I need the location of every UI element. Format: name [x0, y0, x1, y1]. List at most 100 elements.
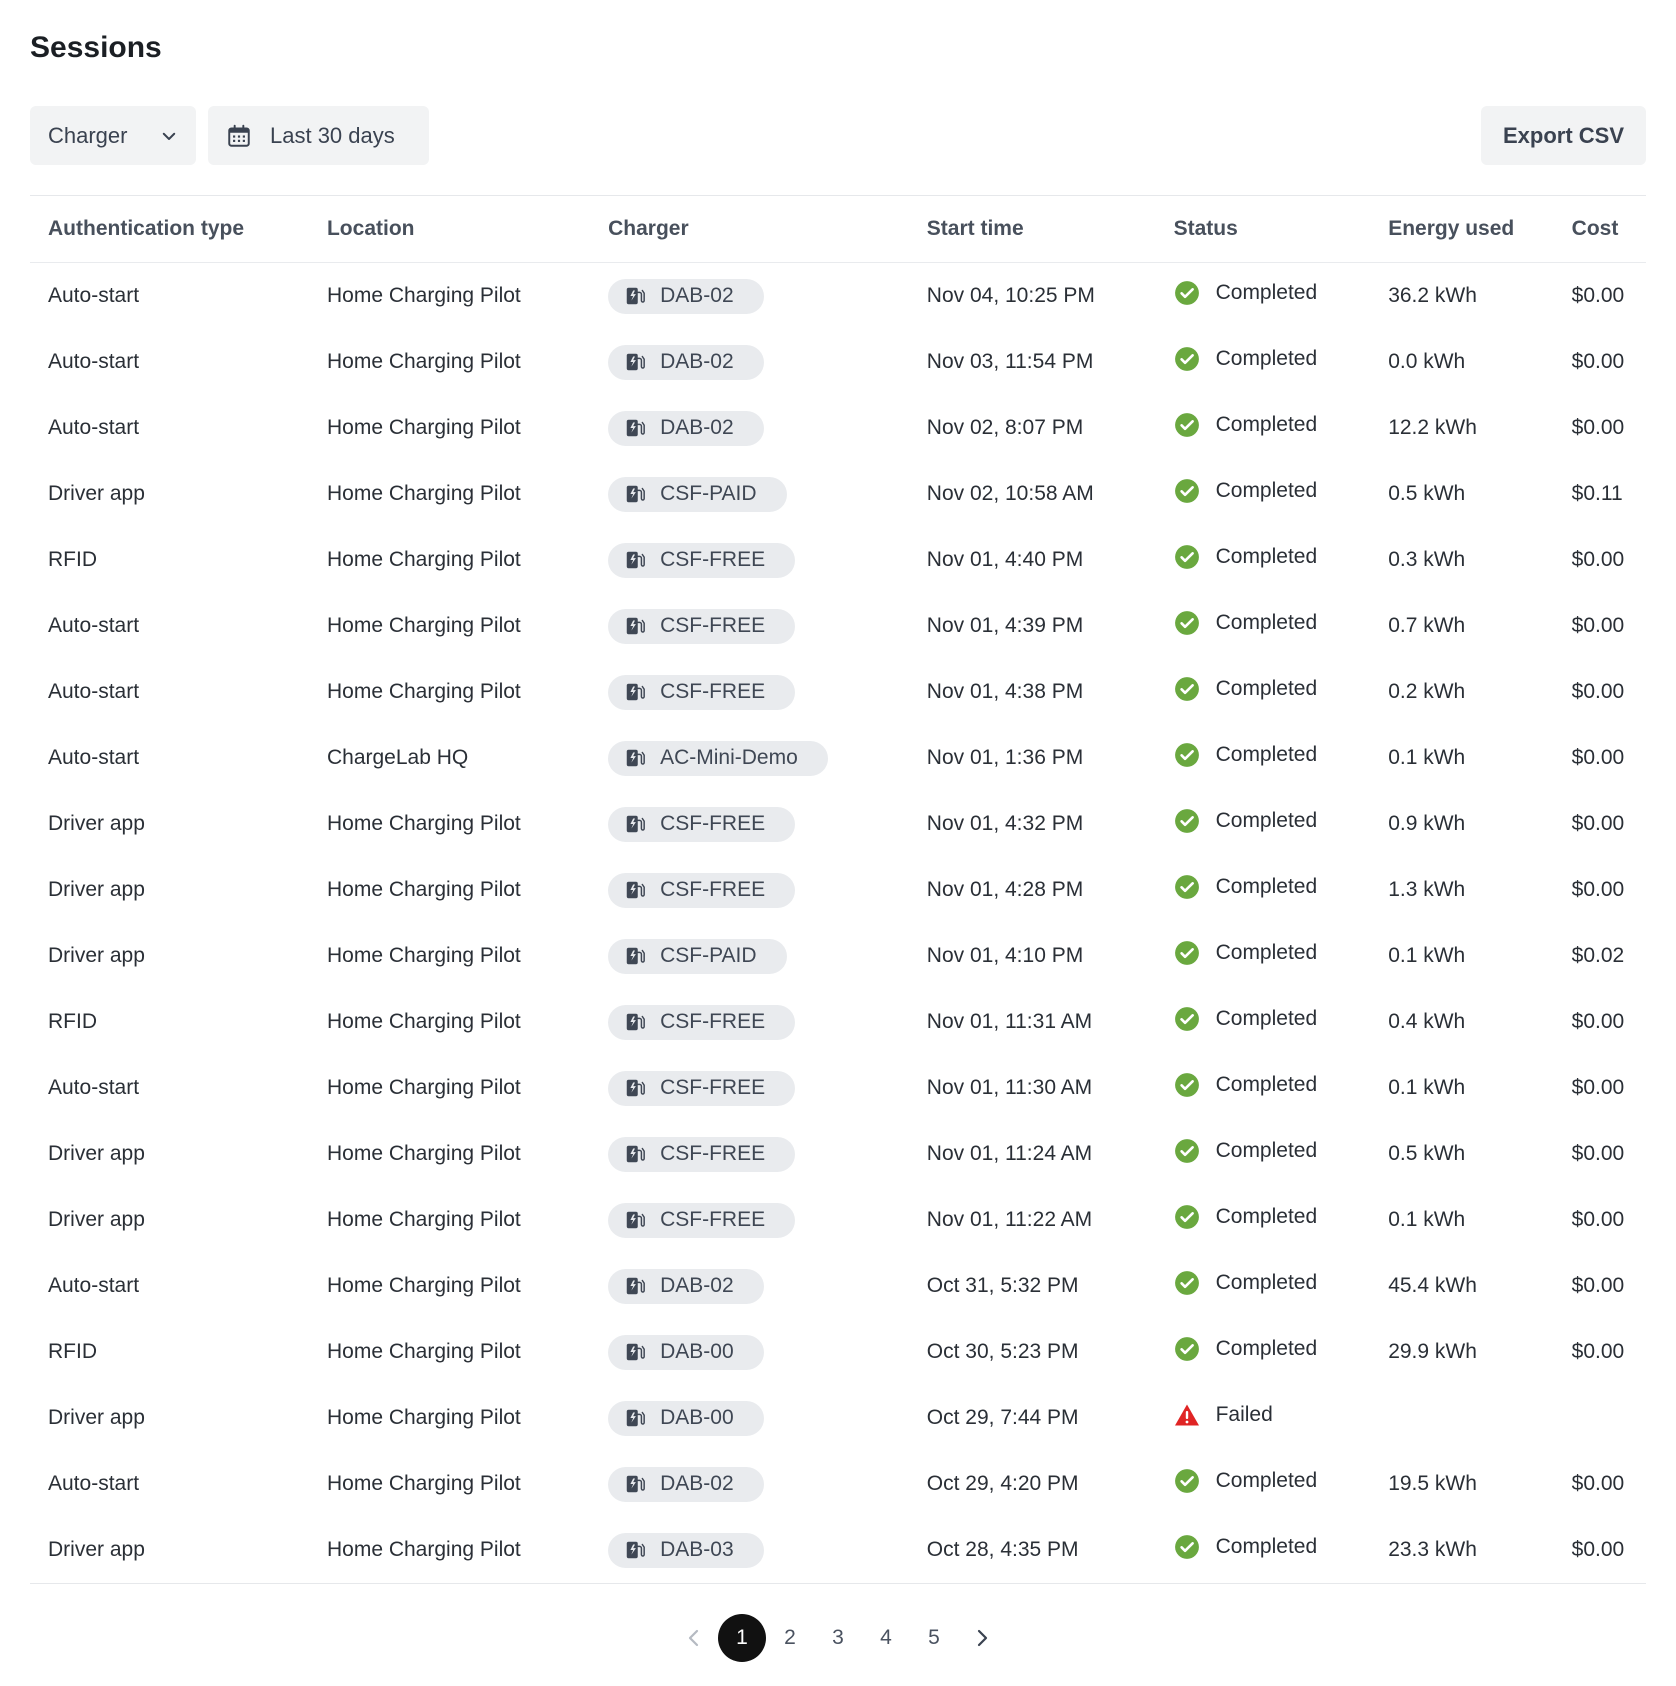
cell-location: Home Charging Pilot [326, 1406, 521, 1429]
ev-charger-icon [624, 1077, 646, 1099]
charger-pill[interactable]: AC-Mini-Demo [608, 740, 828, 776]
charger-filter-label: Charger [48, 122, 128, 148]
cell-status: Completed [1156, 263, 1371, 330]
charger-pill[interactable]: CSF-FREE [608, 806, 796, 842]
charger-pill[interactable]: DAB-02 [608, 278, 764, 314]
cell-charger: DAB-03 [590, 1517, 909, 1584]
table-row[interactable]: Driver app Home Charging Pilot CSF-PAID Nov… [30, 923, 1646, 989]
ev-charger-icon [624, 747, 646, 769]
cell-auth-type: Auto-start [48, 746, 140, 769]
charger-pill[interactable]: CSF-FREE [608, 608, 796, 644]
status-label: Completed [1215, 1535, 1318, 1558]
cell-status: Completed [1156, 725, 1371, 791]
table-row[interactable]: Driver app Home Charging Pilot CSF-FREE Nov… [30, 791, 1646, 857]
charger-pill[interactable]: DAB-00 [608, 1400, 764, 1436]
export-csv-button[interactable]: Export CSV [1481, 106, 1646, 165]
table-row[interactable]: Auto-start Home Charging Pilot DAB-02 Nov 0… [30, 395, 1646, 461]
check-circle-icon [1174, 346, 1200, 372]
charger-pill[interactable]: DAB-02 [608, 344, 764, 380]
cell-charger: CSF-FREE [590, 1055, 909, 1121]
charger-pill[interactable]: CSF-FREE [608, 872, 796, 908]
next-page-button[interactable] [958, 1614, 1006, 1662]
page-4-button[interactable]: 4 [862, 1614, 910, 1662]
cell-auth-type: RFID [48, 1010, 97, 1033]
cell-charger: CSF-FREE [590, 857, 909, 923]
page-1-button[interactable]: 1 [718, 1614, 766, 1662]
table-row[interactable]: Driver app Home Charging Pilot CSF-FREE Nov… [30, 1187, 1646, 1253]
check-circle-icon [1174, 412, 1200, 438]
ev-charger-icon [624, 615, 646, 637]
table-row[interactable]: RFID Home Charging Pilot CSF-FREE Nov 01, 4… [30, 527, 1646, 593]
ev-charger-icon [624, 549, 646, 571]
cell-auth-type: Auto-start [48, 350, 140, 373]
cell-location: Home Charging Pilot [326, 1274, 521, 1297]
cell-start-time: Nov 01, 4:28 PM [926, 878, 1084, 901]
ev-charger-icon [624, 1011, 646, 1033]
cell-cost: $0.00 [1571, 548, 1625, 571]
charger-pill[interactable]: DAB-02 [608, 1268, 764, 1304]
cell-location: Home Charging Pilot [326, 680, 521, 703]
ev-charger-icon [624, 1143, 646, 1165]
charger-pill[interactable]: CSF-PAID [608, 938, 787, 974]
charger-name: DAB-02 [660, 1274, 734, 1297]
table-row[interactable]: Driver app Home Charging Pilot DAB-03 Oct 2… [30, 1517, 1646, 1584]
ev-charger-icon [624, 1407, 646, 1429]
table-row[interactable]: Driver app Home Charging Pilot CSF-FREE Nov… [30, 1121, 1646, 1187]
cell-cost: $0.00 [1571, 416, 1625, 439]
table-header-row: Authentication type Location Charger Sta… [30, 196, 1646, 263]
charger-name: CSF-FREE [660, 1076, 766, 1099]
cell-charger: CSF-FREE [590, 593, 909, 659]
date-range-label: Last 30 days [270, 122, 395, 148]
cell-start-time: Oct 29, 4:20 PM [926, 1472, 1079, 1495]
charger-pill[interactable]: CSF-FREE [608, 674, 796, 710]
charger-pill[interactable]: CSF-PAID [608, 476, 787, 512]
table-row[interactable]: Auto-start Home Charging Pilot DAB-02 Nov 0… [30, 329, 1646, 395]
table-row[interactable]: Auto-start Home Charging Pilot DAB-02 Nov 0… [30, 263, 1646, 330]
status-badge: Completed [1174, 346, 1317, 372]
prev-page-button[interactable] [670, 1614, 718, 1662]
table-row[interactable]: Driver app Home Charging Pilot CSF-PAID Nov… [30, 461, 1646, 527]
cell-start-time: Nov 01, 11:24 AM [926, 1142, 1093, 1165]
table-row[interactable]: Auto-start ChargeLab HQ AC-Mini-Demo Nov 01… [30, 725, 1646, 791]
status-badge: Completed [1174, 478, 1317, 504]
charger-pill[interactable]: CSF-FREE [608, 1004, 796, 1040]
cell-status: Completed [1156, 593, 1371, 659]
charger-pill[interactable]: CSF-FREE [608, 542, 796, 578]
charger-pill[interactable]: CSF-FREE [608, 1070, 796, 1106]
page-5-button[interactable]: 5 [910, 1614, 958, 1662]
cell-auth-type: Driver app [48, 482, 145, 505]
cell-start-time: Nov 01, 4:39 PM [926, 614, 1084, 637]
charger-pill[interactable]: DAB-02 [608, 410, 764, 446]
table-row[interactable]: RFID Home Charging Pilot DAB-00 Oct 30, 5:2… [30, 1319, 1646, 1385]
table-row[interactable]: Auto-start Home Charging Pilot DAB-02 Oct 2… [30, 1451, 1646, 1517]
table-row[interactable]: Driver app Home Charging Pilot CSF-FREE Nov… [30, 857, 1646, 923]
date-range-filter[interactable]: Last 30 days [208, 106, 429, 165]
charger-filter-dropdown[interactable]: Charger [30, 106, 196, 165]
page-title: Sessions [30, 31, 162, 64]
table-row[interactable]: Auto-start Home Charging Pilot CSF-FREE Nov… [30, 1055, 1646, 1121]
status-badge: Completed [1174, 1336, 1317, 1362]
table-row[interactable]: RFID Home Charging Pilot CSF-FREE Nov 01, 1… [30, 989, 1646, 1055]
table-row[interactable]: Auto-start Home Charging Pilot CSF-FREE Nov… [30, 593, 1646, 659]
table-row[interactable]: Driver app Home Charging Pilot DAB-00 Oct 2… [30, 1385, 1646, 1451]
cell-status: Completed [1156, 1319, 1371, 1385]
table-row[interactable]: Auto-start Home Charging Pilot DAB-02 Oct 3… [30, 1253, 1646, 1319]
charger-pill[interactable]: DAB-02 [608, 1466, 764, 1502]
page-2-button[interactable]: 2 [766, 1614, 814, 1662]
charger-pill[interactable]: CSF-FREE [608, 1136, 796, 1172]
charger-pill[interactable]: CSF-FREE [608, 1202, 796, 1238]
charger-pill[interactable]: DAB-00 [608, 1334, 764, 1370]
page-3-button[interactable]: 3 [814, 1614, 862, 1662]
pagination: 12345 [30, 1614, 1646, 1662]
ev-charger-icon [624, 285, 646, 307]
cell-energy-used: 0.1 kWh [1388, 1208, 1466, 1231]
cell-auth-type: RFID [48, 1340, 97, 1363]
cell-location: Home Charging Pilot [326, 1142, 521, 1165]
table-row[interactable]: Auto-start Home Charging Pilot CSF-FREE Nov… [30, 659, 1646, 725]
cell-energy-used: 0.1 kWh [1388, 944, 1466, 967]
cell-charger: CSF-FREE [590, 989, 909, 1055]
calendar-icon [226, 123, 252, 149]
header-charger: Charger [590, 196, 909, 263]
charger-pill[interactable]: DAB-03 [608, 1532, 764, 1568]
check-circle-icon [1174, 610, 1200, 636]
